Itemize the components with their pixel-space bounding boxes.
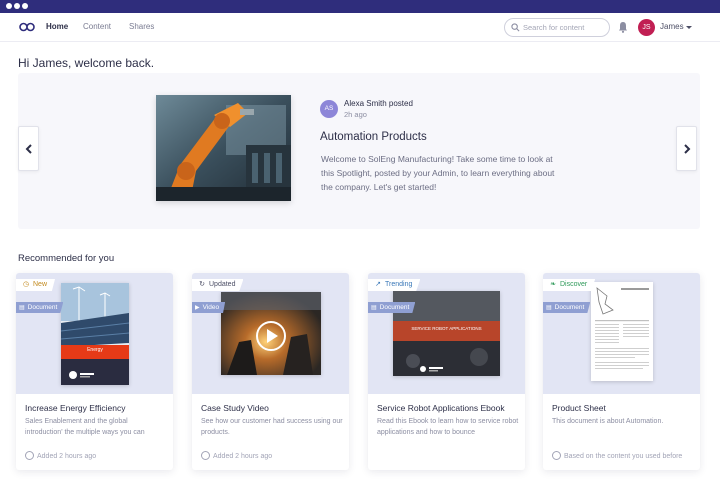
search-box[interactable] bbox=[504, 18, 610, 37]
content-type-tag: ▤ Document bbox=[543, 302, 591, 313]
top-navigation: Home Content Shares JS James bbox=[0, 13, 720, 42]
window-dot-icon[interactable] bbox=[14, 3, 20, 9]
document-icon: ▤ bbox=[371, 305, 377, 311]
content-type-label: Document bbox=[27, 304, 58, 311]
status-badge: ◷ New bbox=[16, 279, 56, 291]
author-avatar[interactable]: AS bbox=[320, 100, 338, 118]
welcome-heading: Hi James, welcome back. bbox=[18, 56, 155, 70]
window-dot-icon[interactable] bbox=[22, 3, 28, 9]
carousel-prev-button[interactable] bbox=[18, 126, 39, 171]
status-label: Discover bbox=[560, 281, 588, 288]
thumbnail-label: Energy bbox=[87, 347, 103, 353]
spotlight-title[interactable]: Automation Products bbox=[320, 131, 427, 143]
leaf-icon: ❧ bbox=[550, 281, 556, 288]
spotlight-author: Alexa Smith posted bbox=[344, 99, 413, 108]
card-description: This document is about Automation. bbox=[552, 418, 664, 425]
search-input[interactable] bbox=[523, 21, 607, 34]
clock-icon: ◷ bbox=[22, 281, 30, 288]
card-description: Sales Enablement and the global introduc… bbox=[25, 418, 145, 436]
content-type-tag: ▶ Video bbox=[192, 302, 226, 313]
document-icon: ▤ bbox=[19, 305, 25, 311]
window-titlebar bbox=[0, 0, 720, 13]
status-badge: ❧ Discover bbox=[543, 279, 596, 291]
card-footer: Based on the content you used before bbox=[552, 451, 682, 460]
carousel-next-button[interactable] bbox=[676, 126, 697, 171]
content-card[interactable]: Energy ◷ New ▤ Document Increase Energy Ef… bbox=[16, 273, 173, 470]
search-icon bbox=[511, 23, 520, 32]
card-thumbnail-area: SERVICE ROBOT APPLICATIONS bbox=[368, 273, 525, 394]
content-type-label: Document bbox=[554, 304, 585, 311]
card-title[interactable]: Product Sheet bbox=[552, 403, 606, 413]
status-badge: ↗ Trending bbox=[368, 279, 421, 291]
clock-icon bbox=[25, 451, 34, 460]
video-icon: ▶ bbox=[195, 305, 200, 311]
status-label: Updated bbox=[209, 281, 236, 288]
card-footer-text: Added 2 hours ago bbox=[213, 453, 273, 460]
product-sheet-thumbnail bbox=[591, 282, 653, 381]
status-label: Trending bbox=[385, 281, 413, 288]
app-window: Home Content Shares JS James Hi James, w… bbox=[0, 0, 720, 488]
logo-icon[interactable] bbox=[18, 21, 36, 33]
card-description: See how our customer had success using o… bbox=[201, 418, 343, 436]
clock-icon bbox=[201, 451, 210, 460]
video-thumbnail bbox=[221, 292, 321, 375]
window-dot-icon[interactable] bbox=[6, 3, 12, 9]
robot-arm-illustration bbox=[156, 95, 291, 201]
nav-link-home[interactable]: Home bbox=[46, 22, 68, 31]
card-thumbnail-area bbox=[192, 273, 349, 394]
card-description: Read this Ebook to learn how to service … bbox=[377, 418, 519, 436]
chevron-left-icon bbox=[25, 144, 32, 154]
content-type-tag: ▤ Document bbox=[16, 302, 64, 313]
content-type-tag: ▤ Document bbox=[368, 302, 416, 313]
recommended-heading: Recommended for you bbox=[18, 253, 115, 264]
thumbnail-label: SERVICE ROBOT APPLICATIONS bbox=[411, 326, 482, 331]
spotlight-panel bbox=[18, 73, 700, 229]
status-badge: ↻ Updated bbox=[192, 279, 244, 291]
card-footer: Added 2 hours ago bbox=[25, 451, 96, 460]
card-footer-text: Based on the content you used before bbox=[564, 453, 683, 460]
content-card[interactable]: ↻ Updated ▶ Video Case Study Video See how… bbox=[192, 273, 349, 470]
content-type-label: Document bbox=[379, 304, 410, 311]
spotlight-timestamp: 2h ago bbox=[344, 110, 367, 119]
content-card[interactable]: SERVICE ROBOT APPLICATIONS ↗ Trending ▤ Do… bbox=[368, 273, 525, 470]
document-icon: ▤ bbox=[546, 305, 552, 311]
status-label: New bbox=[33, 281, 48, 288]
user-menu-name[interactable]: James bbox=[660, 22, 684, 31]
nav-link-shares[interactable]: Shares bbox=[129, 22, 154, 31]
content-type-label: Video bbox=[202, 304, 220, 311]
spotlight-description: Welcome to SolEng Manufacturing! Take so… bbox=[321, 154, 555, 192]
card-title[interactable]: Increase Energy Efficiency bbox=[25, 403, 125, 413]
location-pin-icon bbox=[552, 451, 561, 460]
card-footer-text: Added 2 hours ago bbox=[37, 453, 97, 460]
user-avatar[interactable]: JS bbox=[638, 19, 655, 36]
chevron-right-icon bbox=[684, 144, 691, 154]
refresh-icon: ↻ bbox=[199, 281, 205, 288]
bell-icon[interactable] bbox=[618, 21, 628, 33]
chevron-down-icon[interactable] bbox=[686, 26, 692, 29]
content-card[interactable]: ❧ Discover ▤ Document Product Sheet This d… bbox=[543, 273, 700, 470]
document-thumbnail: Energy bbox=[61, 283, 129, 385]
card-footer: Added 2 hours ago bbox=[201, 451, 272, 460]
card-thumbnail-area: Energy bbox=[16, 273, 173, 394]
trend-icon: ↗ bbox=[375, 281, 381, 288]
nav-link-content[interactable]: Content bbox=[83, 22, 111, 31]
spotlight-image[interactable] bbox=[156, 95, 291, 201]
card-title[interactable]: Case Study Video bbox=[201, 403, 269, 413]
card-thumbnail-area bbox=[543, 273, 700, 394]
card-title[interactable]: Service Robot Applications Ebook bbox=[377, 403, 505, 413]
